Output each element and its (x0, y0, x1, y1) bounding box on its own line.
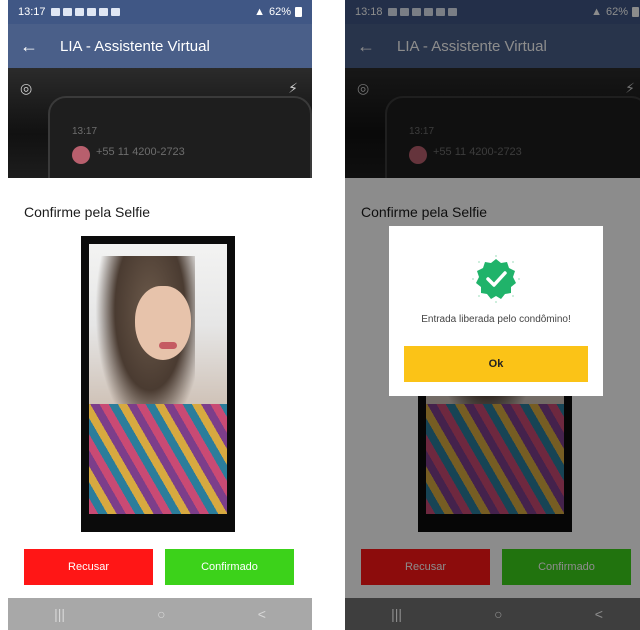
app-bar: ← LIA - Assistente Virtual (8, 24, 312, 68)
success-dialog: Entrada liberada pelo condômino! Ok (389, 226, 603, 396)
app-title: LIA - Assistente Virtual (60, 37, 210, 55)
phone-screen-selfie-confirmation: 13:17 ▲ 62% ← LIA - Assistente Virtual 1… (8, 0, 312, 630)
flash-off-icon[interactable]: ⚡ (288, 80, 298, 97)
status-bar: 13:17 ▲ 62% (8, 0, 312, 24)
selfie-photo (89, 244, 227, 514)
selfie-frame (81, 236, 235, 532)
selfie-heading: Confirme pela Selfie (24, 204, 151, 220)
reflection-phone-number: +55 11 4200-2723 (96, 146, 185, 158)
focus-icon[interactable]: ◎ (20, 80, 32, 97)
ok-button[interactable]: Ok (404, 346, 588, 382)
notification-icons (50, 8, 120, 16)
status-time: 13:17 (18, 6, 46, 18)
home-icon[interactable]: ○ (157, 606, 165, 622)
camera-preview: 13:17 +55 11 4200-2723 ◎ ⚡ (8, 68, 312, 178)
reject-button[interactable]: Recusar (24, 549, 153, 585)
battery-icon (295, 7, 302, 17)
back-icon[interactable]: < (258, 606, 266, 622)
confirm-button[interactable]: Confirmado (165, 549, 294, 585)
phone-screen-success-dialog: 13:18 ▲ 62% ← LIA - Assistente Virtual 1… (345, 0, 640, 630)
back-arrow-icon[interactable]: ← (20, 36, 46, 57)
camera-phone-reflection: 13:17 +55 11 4200-2723 (48, 96, 312, 178)
android-nav-bar: ||| ○ < (8, 598, 312, 630)
success-check-icon (472, 255, 520, 303)
reflection-time: 13:17 (72, 126, 98, 137)
signal-icon: ▲ (254, 6, 265, 18)
recent-apps-icon[interactable]: ||| (54, 606, 65, 622)
battery-level: 62% (268, 6, 291, 18)
reflection-avatar-icon (72, 146, 90, 164)
dialog-message: Entrada liberada pelo condômino! (421, 314, 571, 325)
